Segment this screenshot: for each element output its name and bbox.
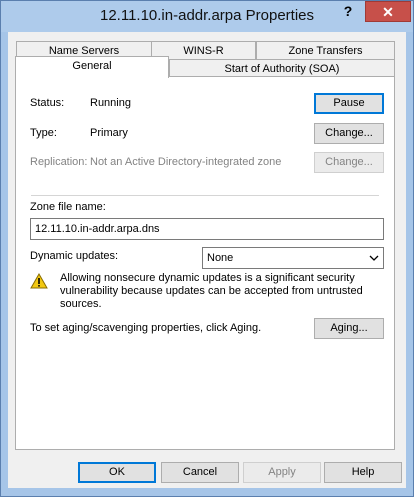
dynamic-updates-label: Dynamic updates: [30, 250, 119, 262]
properties-window: 12.11.10.in-addr.arpa Properties ? ✕ Nam… [0, 0, 414, 497]
status-label: Status: [30, 97, 65, 109]
help-button[interactable]: Help [324, 462, 402, 483]
zone-file-input[interactable]: 12.11.10.in-addr.arpa.dns [30, 218, 384, 240]
help-title-button[interactable]: ? [331, 1, 365, 22]
change-type-label: Change... [325, 127, 373, 139]
cancel-label: Cancel [182, 466, 218, 478]
apply-button[interactable]: Apply [243, 462, 321, 483]
tab-start-of-authority[interactable]: Start of Authority (SOA) [169, 59, 395, 77]
change-replication-button[interactable]: Change... [314, 152, 384, 173]
replication-label: Replication: [30, 156, 88, 168]
tab-general[interactable]: General [15, 56, 169, 78]
aging-text: To set aging/scavenging properties, clic… [30, 322, 262, 334]
aging-button-label: Aging... [330, 322, 368, 334]
type-value: Primary [90, 127, 128, 139]
close-button[interactable]: ✕ [365, 1, 411, 22]
change-replication-label: Change... [325, 156, 373, 168]
general-tab-panel: Status: Running Pause Type: Primary Chan… [15, 76, 395, 450]
title-bar[interactable]: 12.11.10.in-addr.arpa Properties ? ✕ [1, 1, 413, 32]
cancel-button[interactable]: Cancel [161, 462, 239, 483]
pause-button[interactable]: Pause [314, 93, 384, 114]
warning-icon [30, 272, 48, 289]
aging-button[interactable]: Aging... [314, 318, 384, 339]
replication-value: Not an Active Directory-integrated zone [90, 156, 282, 168]
ok-label: OK [109, 466, 125, 478]
warning-text: Allowing nonsecure dynamic updates is a … [60, 272, 363, 310]
chevron-down-icon [369, 248, 379, 275]
pause-button-label: Pause [333, 97, 365, 109]
separator [31, 195, 379, 196]
type-label: Type: [30, 127, 57, 139]
apply-label: Apply [268, 466, 296, 478]
zone-file-label: Zone file name: [30, 201, 106, 213]
dialog-client-area: Name Servers WINS-R Zone Transfers Gener… [8, 32, 406, 488]
ok-button[interactable]: OK [78, 462, 156, 483]
change-type-button[interactable]: Change... [314, 123, 384, 144]
dynamic-updates-select[interactable]: None [202, 247, 384, 269]
tab-zone-transfers[interactable]: Zone Transfers [256, 41, 395, 59]
help-label: Help [351, 466, 375, 478]
status-value: Running [90, 97, 131, 109]
dynamic-updates-value: None [207, 252, 234, 264]
